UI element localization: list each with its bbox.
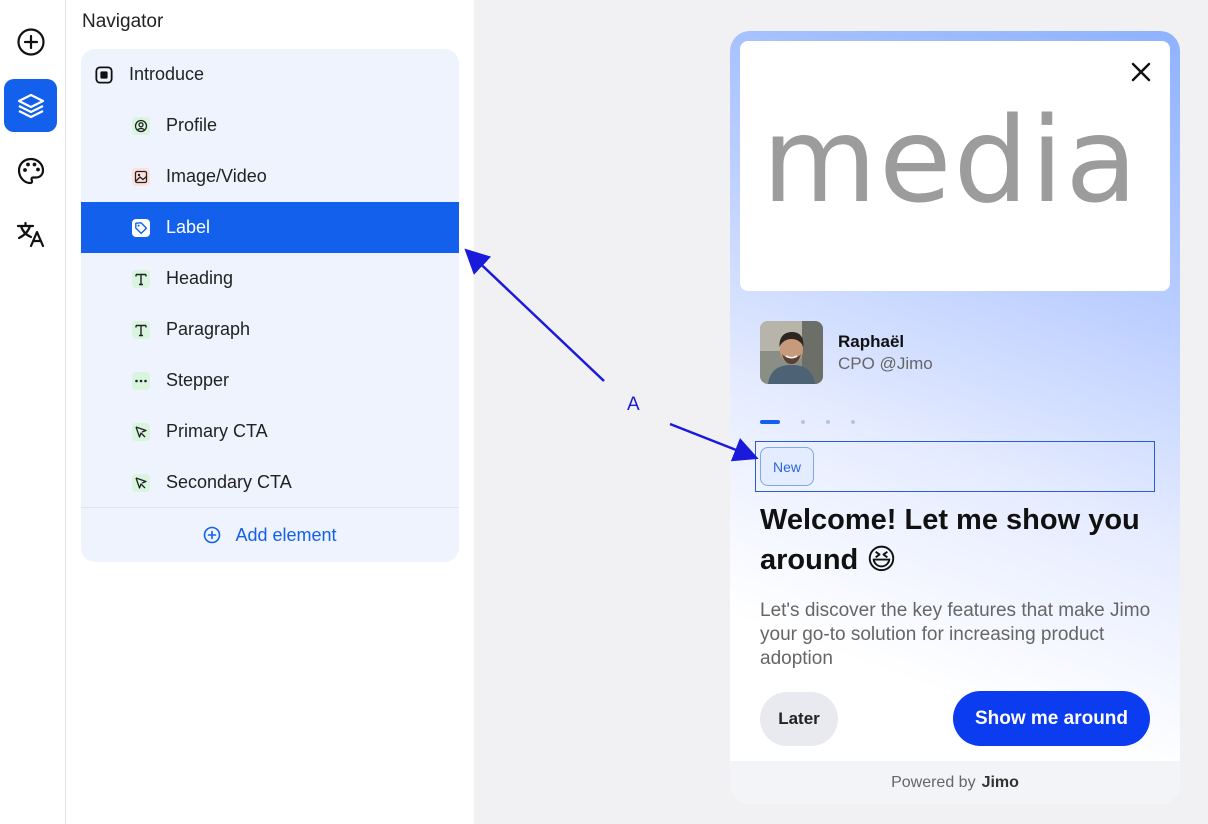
text-icon xyxy=(132,320,150,339)
show-me-around-button[interactable]: Show me around xyxy=(953,691,1150,746)
tree-item-stepper[interactable]: Stepper xyxy=(81,355,459,406)
annotation-label: A xyxy=(627,394,640,415)
image-icon xyxy=(132,167,150,186)
tree-item-introduce[interactable]: Introduce xyxy=(81,49,459,100)
add-circle-icon xyxy=(204,526,221,544)
cursor-icon xyxy=(132,422,150,441)
tree-item-profile[interactable]: Profile xyxy=(81,100,459,151)
tag-icon xyxy=(132,218,150,237)
palette-icon xyxy=(17,157,44,184)
close-icon xyxy=(1131,62,1151,82)
element-tree: Introduce Profile Image/Video Label Head xyxy=(81,49,459,562)
stepper-dot xyxy=(801,420,805,424)
label-selection-outline xyxy=(755,441,1155,492)
layers-icon xyxy=(17,93,44,118)
tree-item-label: Paragraph xyxy=(166,319,251,339)
step-icon xyxy=(95,65,113,84)
stepper-dot xyxy=(851,420,855,424)
stepper-dot-active xyxy=(760,420,780,424)
powered-by-text: Powered by xyxy=(891,773,976,791)
tool-rail xyxy=(0,0,66,824)
label-badge[interactable]: New xyxy=(760,447,814,486)
layers-button[interactable] xyxy=(4,79,57,132)
tree-item-label: Image/Video xyxy=(166,166,267,186)
add-element-button[interactable]: Add element xyxy=(81,509,459,561)
stepper-dot xyxy=(826,420,830,424)
powered-by-footer: Powered by Jimo xyxy=(730,761,1180,804)
tree-item-label-selected[interactable]: Label xyxy=(81,202,459,253)
tree-item-paragraph[interactable]: Paragraph xyxy=(81,304,459,355)
tree-item-image-video[interactable]: Image/Video xyxy=(81,151,459,202)
tree-item-label: Primary CTA xyxy=(166,421,268,441)
text-icon xyxy=(132,269,150,288)
profile-icon xyxy=(132,116,150,135)
add-button[interactable] xyxy=(4,15,57,68)
navigator-panel: Navigator Introduce Profile Image/Video … xyxy=(66,0,474,824)
divider xyxy=(81,507,459,508)
dots-icon xyxy=(132,371,150,390)
tree-item-heading[interactable]: Heading xyxy=(81,253,459,304)
add-element-label: Add element xyxy=(235,524,337,545)
jimo-logo: Jimo xyxy=(981,773,1019,791)
translate-button[interactable] xyxy=(4,207,57,260)
tree-item-label: Profile xyxy=(166,115,218,135)
tree-item-label: Secondary CTA xyxy=(166,472,292,492)
profile-block[interactable]: Raphaël CPO @Jimo xyxy=(760,321,933,384)
media-placeholder[interactable]: media xyxy=(740,41,1170,291)
arrow-to-navigator-label xyxy=(464,248,605,382)
tree-item-label: Stepper xyxy=(166,370,230,390)
translate-icon xyxy=(16,221,44,247)
tour-preview-card: media Raphaël CPO @Jimo New Welcome! Let… xyxy=(730,31,1180,804)
tree-item-secondary-cta[interactable]: Secondary CTA xyxy=(81,457,459,508)
close-button[interactable] xyxy=(1126,57,1156,87)
add-circle-icon xyxy=(16,27,45,56)
theme-button[interactable] xyxy=(4,144,57,197)
navigator-title: Navigator xyxy=(82,11,164,32)
profile-role: CPO @Jimo xyxy=(838,353,933,373)
tree-item-label: Label xyxy=(166,217,211,237)
tour-heading[interactable]: Welcome! Let me show you around 😆 xyxy=(760,500,1160,580)
tree-item-primary-cta[interactable]: Primary CTA xyxy=(81,406,459,457)
media-placeholder-text: media xyxy=(762,91,1140,229)
tree-item-label: Heading xyxy=(166,268,234,288)
profile-name: Raphaël xyxy=(838,331,905,351)
cursor-icon xyxy=(132,473,150,492)
later-button[interactable]: Later xyxy=(760,692,838,746)
avatar xyxy=(760,321,823,384)
stepper[interactable] xyxy=(760,420,855,424)
tour-paragraph[interactable]: Let's discover the key features that mak… xyxy=(760,599,1160,671)
tree-item-label: Introduce xyxy=(129,64,205,84)
